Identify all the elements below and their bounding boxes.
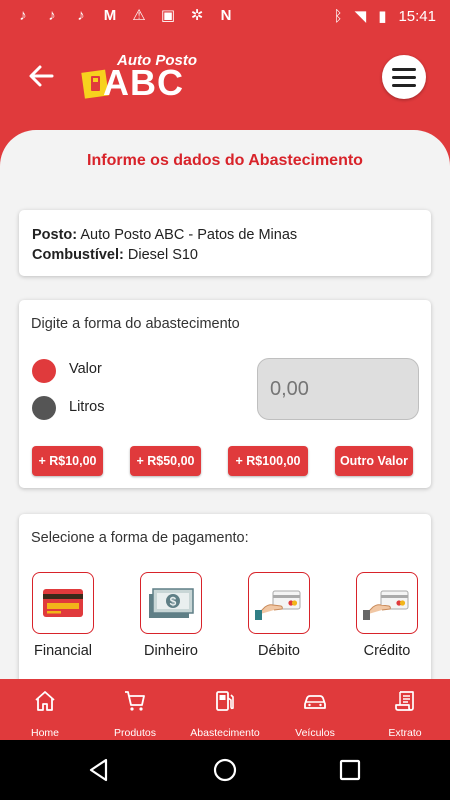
- home-icon: [35, 691, 55, 711]
- hamburger-icon-line: [392, 75, 416, 79]
- bluetooth-icon: ᛒ: [333, 7, 343, 25]
- nav-home[interactable]: Home: [14, 679, 76, 740]
- page-title: Informe os dados do Abastecimento: [87, 152, 363, 169]
- nav-produtos[interactable]: Produtos: [104, 679, 166, 740]
- add-10-button[interactable]: + R$10,00: [32, 446, 103, 476]
- radio-valor[interactable]: [32, 359, 56, 383]
- system-back-icon[interactable]: [88, 758, 110, 782]
- app-n-icon: N: [220, 7, 232, 24]
- station-info-card: Posto: Auto Posto ABC - Patos de Minas C…: [19, 210, 431, 276]
- nav-produtos-label: Produtos: [113, 727, 157, 739]
- card-in-hand-icon: [363, 590, 409, 620]
- car-icon: [304, 695, 326, 709]
- amount-input[interactable]: [257, 358, 419, 420]
- status-bar: ♪ ♪ ♪ M ⚠ ▣ ✲ N ᛒ ◥ ▮ 15:41: [0, 0, 450, 32]
- fill-mode-title: Digite a forma do abastecimento: [31, 316, 240, 332]
- payment-credito-label: Crédito: [363, 643, 411, 659]
- radio-valor-label[interactable]: Valor: [69, 361, 102, 377]
- app-header: Auto Posto ABC: [0, 32, 450, 132]
- fuel-label: Combustível:: [32, 247, 124, 263]
- nav-abastecimento[interactable]: Abastecimento: [184, 679, 266, 740]
- payment-card: Selecione a forma de pagamento: Financia…: [19, 514, 431, 679]
- nav-abastecimento-label: Abastecimento: [190, 727, 260, 739]
- notification-icons: ♪ ♪ ♪ M ⚠ ▣ ✲ N: [14, 6, 235, 26]
- svg-text:$: $: [170, 595, 177, 609]
- payment-financial-label: Financial: [33, 643, 93, 659]
- payment-debito-label: Débito: [258, 643, 300, 659]
- credit-card-icon: [43, 589, 83, 617]
- payment-financial-box[interactable]: [32, 572, 94, 634]
- hamburger-icon-line: [392, 83, 416, 87]
- payment-credito[interactable]: Crédito: [356, 572, 418, 659]
- payment-dinheiro-label: Dinheiro: [144, 643, 198, 659]
- bottom-navigation: Home Produtos Abastecimento Veículos Ext…: [0, 679, 450, 740]
- receipt-icon: [395, 691, 414, 711]
- tiktok-icon: ♪: [19, 7, 27, 24]
- payment-financial[interactable]: Financial: [32, 572, 94, 659]
- image-icon: ▣: [160, 7, 176, 24]
- system-recents-icon[interactable]: [339, 759, 361, 781]
- radio-litros[interactable]: [32, 396, 56, 420]
- app-icon: ✲: [190, 7, 204, 24]
- station-value: Auto Posto ABC - Patos de Minas: [80, 227, 298, 243]
- card-in-hand-icon: [255, 590, 301, 620]
- nav-extrato[interactable]: Extrato: [374, 679, 436, 740]
- warning-icon: ⚠: [132, 7, 146, 24]
- system-navigation-bar: [0, 740, 450, 800]
- payment-credito-box[interactable]: [356, 572, 418, 634]
- payment-debito-box[interactable]: [248, 572, 310, 634]
- cart-icon: [125, 691, 145, 711]
- hamburger-icon: [392, 67, 416, 71]
- add-100-button[interactable]: + R$100,00: [228, 446, 308, 476]
- app-logo: Auto Posto ABC: [77, 52, 207, 112]
- tiktok-icon: ♪: [77, 7, 85, 24]
- main-content: Informe os dados do Abastecimento Posto:…: [0, 130, 450, 679]
- gmail-icon: M: [103, 7, 117, 24]
- payment-dinheiro-box[interactable]: $: [140, 572, 202, 634]
- clock: 15:41: [398, 7, 436, 25]
- wifi-icon: ◥: [354, 8, 367, 25]
- battery-icon: ▮: [378, 8, 387, 25]
- station-row: Posto: Auto Posto ABC - Patos de Minas: [32, 225, 418, 245]
- menu-button[interactable]: [382, 55, 426, 99]
- system-home-icon[interactable]: [213, 758, 237, 782]
- fill-mode-card: Digite a forma do abastecimento Valor Li…: [19, 300, 431, 488]
- fuel-value: Diesel S10: [127, 247, 198, 263]
- nav-veiculos-label: Veículos: [295, 727, 335, 739]
- payment-debito[interactable]: Débito: [248, 572, 310, 659]
- fuel-row: Combustível: Diesel S10: [32, 245, 418, 265]
- tiktok-icon: ♪: [48, 7, 56, 24]
- radio-litros-label[interactable]: Litros: [69, 399, 104, 415]
- other-value-button[interactable]: Outro Valor: [335, 446, 413, 476]
- payment-dinheiro[interactable]: $ Dinheiro: [140, 572, 202, 659]
- payment-title: Selecione a forma de pagamento:: [31, 530, 249, 546]
- logo-title: ABC: [103, 62, 184, 103]
- station-label: Posto:: [32, 227, 78, 243]
- add-50-button[interactable]: + R$50,00: [130, 446, 201, 476]
- fuel-pump-icon: [216, 691, 234, 711]
- nav-home-label: Home: [30, 727, 59, 739]
- nav-veiculos[interactable]: Veículos: [284, 679, 346, 740]
- back-button[interactable]: [24, 58, 60, 94]
- arrow-left-icon: [29, 65, 54, 87]
- nav-extrato-label: Extrato: [388, 727, 422, 739]
- cash-icon: $: [149, 588, 194, 618]
- system-status: ᛒ ◥ ▮ 15:41: [334, 6, 436, 26]
